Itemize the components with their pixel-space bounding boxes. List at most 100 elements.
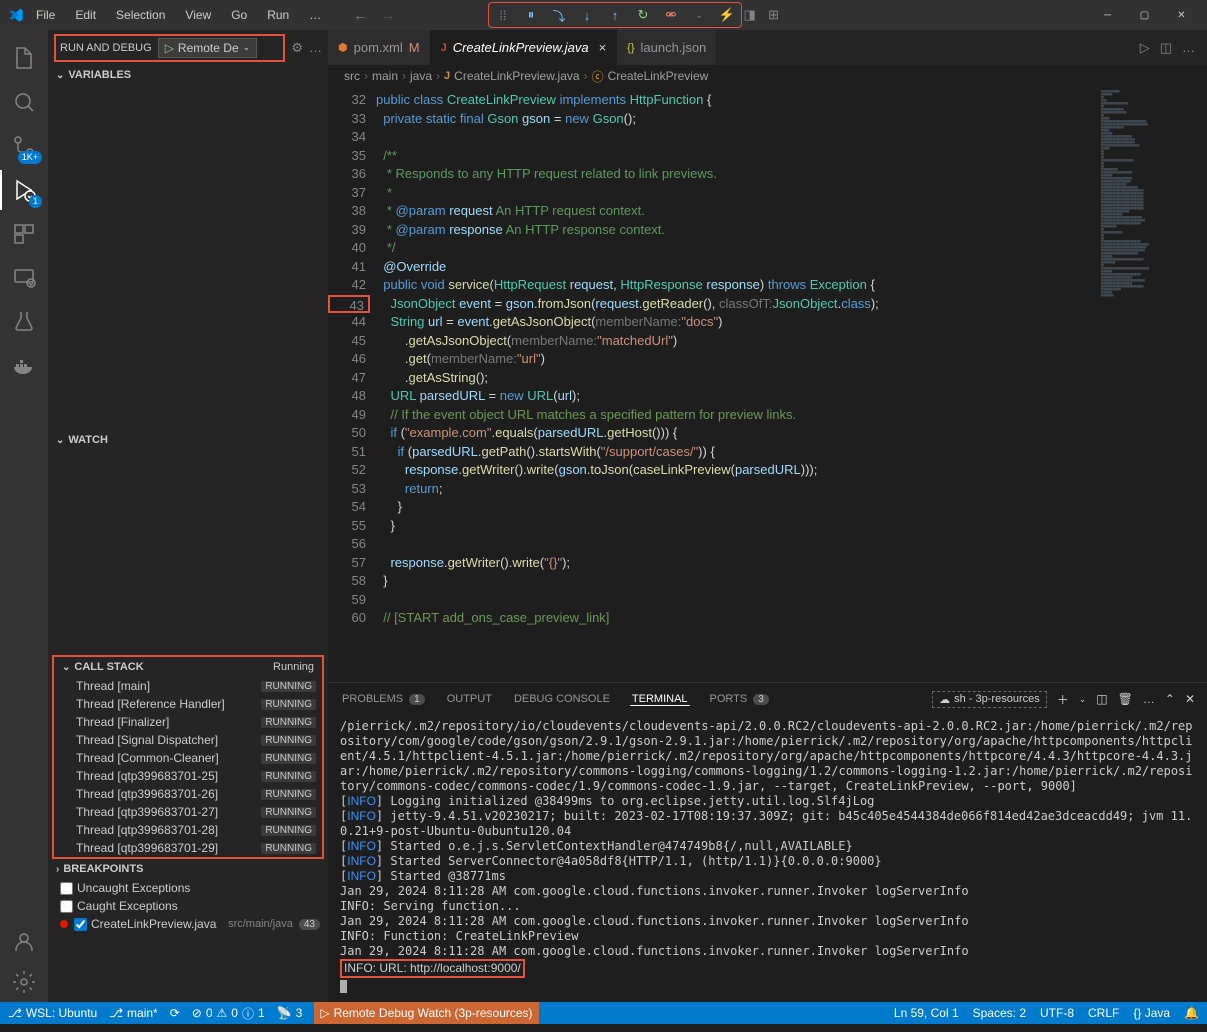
breakpoint-item[interactable]: Uncaught Exceptions — [48, 879, 328, 897]
status-branch[interactable]: ⎇ main* — [109, 1006, 158, 1020]
tab-launch-json[interactable]: {}launch.json — [617, 30, 717, 65]
menu-selection[interactable]: Selection — [108, 4, 173, 26]
run-file-icon[interactable]: ▷ — [1140, 40, 1150, 56]
debug-hot-code-icon[interactable]: ⚡ — [719, 7, 735, 23]
window-minimize-icon[interactable]: ─ — [1090, 1, 1125, 29]
activity-remote-explorer-icon[interactable] — [0, 258, 48, 298]
terminal-more-icon[interactable]: … — [1143, 692, 1155, 706]
terminal-new-icon[interactable]: ＋ — [1057, 691, 1069, 708]
callstack-thread[interactable]: Thread [Signal Dispatcher]RUNNING — [54, 731, 322, 749]
terminal-split-dropdown-icon[interactable]: ⌄ — [1079, 694, 1087, 705]
layout-customize-icon[interactable]: ⊞ — [764, 6, 784, 24]
debug-step-over-icon[interactable]: ⤵ — [551, 7, 567, 23]
callstack-thread[interactable]: Thread [qtp399683701-25]RUNNING — [54, 767, 322, 785]
terminal-split-icon[interactable]: ◫ — [1096, 692, 1107, 706]
debug-more-icon[interactable]: … — [309, 40, 322, 55]
panel-tab-output[interactable]: OUTPUT — [445, 693, 494, 705]
editor-more-icon[interactable]: … — [1182, 40, 1195, 56]
panel-tab-ports[interactable]: PORTS3 — [708, 693, 771, 705]
debug-sidebar: RUN AND DEBUG ▷ Remote De ⌄ ⚙ … ⌄VARIABL… — [48, 30, 328, 1002]
status-debug-session[interactable]: ▷ Remote Debug Watch (3p-resources) — [314, 1002, 538, 1024]
status-cursor-position[interactable]: Ln 59, Col 1 — [894, 1006, 959, 1020]
callstack-thread[interactable]: Thread [qtp399683701-29]RUNNING — [54, 839, 322, 857]
status-language[interactable]: {} Java — [1133, 1006, 1170, 1020]
variables-section-header[interactable]: ⌄VARIABLES — [48, 65, 328, 85]
activity-testing-icon[interactable] — [0, 302, 48, 342]
activity-explorer-icon[interactable] — [0, 38, 48, 78]
line-number-gutter[interactable]: 3233343536373839404142434445464748495051… — [328, 87, 376, 682]
status-encoding[interactable]: UTF-8 — [1040, 1006, 1074, 1020]
menu-run[interactable]: Run — [259, 4, 297, 26]
chevron-down-icon[interactable]: ⌄ — [243, 42, 251, 53]
terminal-output[interactable]: /pierrick/.m2/repository/io/cloudevents/… — [328, 715, 1207, 1002]
breakpoint-checkbox[interactable] — [74, 918, 87, 931]
breakpoint-checkbox[interactable] — [60, 882, 73, 895]
breadcrumb[interactable]: src› main› java› JCreateLinkPreview.java… — [328, 65, 1207, 87]
activity-extensions-icon[interactable] — [0, 214, 48, 254]
panel-tab-problems[interactable]: PROBLEMS1 — [340, 693, 427, 705]
menu-more[interactable]: … — [301, 4, 329, 26]
tab-pom-xml[interactable]: ⬢pom.xmlM — [328, 30, 431, 65]
menu-view[interactable]: View — [177, 4, 219, 26]
activity-search-icon[interactable] — [0, 82, 48, 122]
code-editor[interactable]: public class CreateLinkPreview implement… — [376, 87, 1097, 682]
panel-tab-terminal[interactable]: TERMINAL — [630, 693, 690, 706]
debug-config-selector[interactable]: ▷ Remote De ⌄ — [158, 38, 257, 58]
panel-maximize-icon[interactable]: ⌃ — [1165, 692, 1175, 706]
tab-create-link-preview[interactable]: JCreateLinkPreview.java× — [431, 30, 618, 65]
editor-area: ⬢pom.xmlM JCreateLinkPreview.java× {}lau… — [328, 30, 1207, 1002]
nav-forward-icon[interactable]: → — [381, 7, 395, 23]
activity-accounts-icon[interactable] — [0, 922, 48, 962]
breakpoint-checkbox[interactable] — [60, 900, 73, 913]
callstack-thread[interactable]: Thread [qtp399683701-28]RUNNING — [54, 821, 322, 839]
status-problems[interactable]: ⊘ 0 ⚠ 0 ⓘ 1 — [192, 1005, 265, 1022]
breakpoint-file-item[interactable]: CreateLinkPreview.java src/main/java 43 — [48, 915, 328, 933]
debug-dropdown-icon[interactable]: ⌄ — [691, 7, 707, 23]
panel-tab-debug-console[interactable]: DEBUG CONSOLE — [512, 693, 612, 705]
debug-pause-icon[interactable]: ⏸ — [523, 7, 539, 23]
tab-close-icon[interactable]: × — [599, 40, 607, 55]
breakpoints-section-header[interactable]: ›BREAKPOINTS — [48, 859, 328, 879]
start-debug-icon[interactable]: ▷ — [165, 41, 174, 55]
vscode-logo-icon — [8, 7, 24, 23]
callstack-thread[interactable]: Thread [Common-Cleaner]RUNNING — [54, 749, 322, 767]
status-remote[interactable]: ⎇ WSL: Ubuntu — [8, 1006, 97, 1020]
window-close-icon[interactable]: ✕ — [1164, 1, 1199, 29]
debug-drag-handle-icon[interactable]: ⁞⁞ — [495, 7, 511, 23]
callstack-thread[interactable]: Thread [main]RUNNING — [54, 677, 322, 695]
terminal-selector[interactable]: ☁ sh - 3p-resources — [932, 691, 1047, 708]
callstack-thread[interactable]: Thread [Finalizer]RUNNING — [54, 713, 322, 731]
status-bar: ⎇ WSL: Ubuntu ⎇ main* ⟳ ⊘ 0 ⚠ 0 ⓘ 1 📡 3 … — [0, 1002, 1207, 1024]
activity-scm-icon[interactable]: 1K+ — [0, 126, 48, 166]
debug-step-into-icon[interactable]: ↓ — [579, 7, 595, 23]
callstack-section-header[interactable]: ⌄CALL STACKRunning — [54, 657, 322, 677]
terminal-kill-icon[interactable]: 🗑 — [1118, 692, 1133, 706]
debug-settings-gear-icon[interactable]: ⚙ — [291, 40, 303, 56]
debug-config-name: Remote De — [178, 41, 239, 55]
menu-file[interactable]: File — [28, 4, 63, 26]
callstack-thread[interactable]: Thread [qtp399683701-27]RUNNING — [54, 803, 322, 821]
window-maximize-icon[interactable]: ▢ — [1127, 1, 1162, 29]
status-notifications-icon[interactable]: 🔔 — [1184, 1006, 1199, 1020]
activity-debug-icon[interactable]: 1 — [0, 170, 48, 210]
debug-restart-icon[interactable]: ↻ — [635, 7, 651, 23]
menu-edit[interactable]: Edit — [67, 4, 104, 26]
breakpoint-item[interactable]: Caught Exceptions — [48, 897, 328, 915]
callstack-thread[interactable]: Thread [Reference Handler]RUNNING — [54, 695, 322, 713]
status-eol[interactable]: CRLF — [1088, 1006, 1119, 1020]
minimap[interactable]: ████████████████████████████████████████… — [1097, 87, 1207, 682]
status-sync[interactable]: ⟳ — [170, 1006, 180, 1020]
debug-disconnect-icon[interactable]: ⚮ — [663, 7, 679, 23]
callstack-thread[interactable]: Thread [qtp399683701-26]RUNNING — [54, 785, 322, 803]
status-spaces[interactable]: Spaces: 2 — [973, 1006, 1026, 1020]
menu-go[interactable]: Go — [223, 4, 255, 26]
debug-step-out-icon[interactable]: ↑ — [607, 7, 623, 23]
panel-close-icon[interactable]: ✕ — [1185, 692, 1195, 706]
layout-secondary-sidebar-icon[interactable]: ◨ — [740, 6, 760, 24]
nav-back-icon[interactable]: ← — [353, 7, 367, 23]
activity-docker-icon[interactable] — [0, 346, 48, 386]
watch-section-header[interactable]: ⌄WATCH — [48, 430, 328, 450]
status-ports[interactable]: 📡 3 — [277, 1006, 303, 1020]
activity-settings-icon[interactable] — [0, 962, 48, 1002]
split-editor-icon[interactable]: ◫ — [1160, 40, 1172, 56]
